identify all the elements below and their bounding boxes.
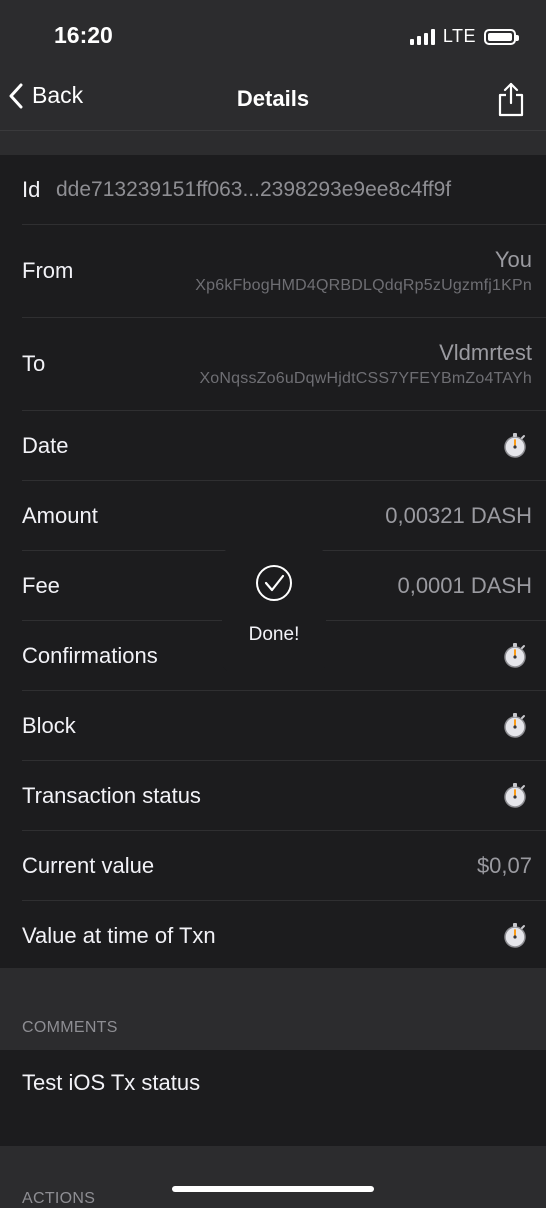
comment-text: Test iOS Tx status xyxy=(22,1070,201,1095)
to-name: Vldmrtest xyxy=(439,340,532,365)
home-indicator xyxy=(172,1186,374,1192)
fee-label: Fee xyxy=(22,573,60,598)
id-value[interactable]: dde713239151ff063...2398293e9ee8c4ff9f xyxy=(56,178,451,202)
section-spacer xyxy=(0,968,546,1050)
to-label: To xyxy=(22,351,46,376)
battery-icon xyxy=(484,28,519,45)
id-label: Id xyxy=(22,177,41,202)
checkmark-circle-icon xyxy=(256,565,292,601)
value-at-time-label: Value at time of Txn xyxy=(22,923,216,948)
detail-row-date[interactable]: Date xyxy=(0,411,546,481)
detail-row-from[interactable]: From You Xp6kFbogHMD4QRBDLQdqRp5zUgzmfj1… xyxy=(0,225,546,318)
from-address[interactable]: Xp6kFbogHMD4QRBDLQdqRp5zUgzmfj1KPn xyxy=(195,277,532,295)
status-time: 16:20 xyxy=(54,22,113,48)
detail-row-block[interactable]: Block xyxy=(0,691,546,761)
status-indicators: LTE xyxy=(409,26,519,47)
share-button[interactable] xyxy=(496,81,526,122)
detail-row-amount[interactable]: Amount 0,00321 DASH xyxy=(0,481,546,551)
status-bar: 16:20 LTE xyxy=(0,0,546,70)
to-address[interactable]: XoNqssZo6uDqwHjdtCSS7YFEYBmZo4TAYh xyxy=(199,370,532,388)
from-label: From xyxy=(22,258,74,283)
stopwatch-icon xyxy=(504,713,526,738)
stopwatch-icon xyxy=(504,783,526,808)
detail-row-to[interactable]: To Vldmrtest XoNqssZo6uDqwHjdtCSS7YFEYBm… xyxy=(0,318,546,411)
done-label: Done! xyxy=(248,624,300,645)
network-type: LTE xyxy=(442,26,476,46)
fee-value: 0,0001 DASH xyxy=(397,573,532,598)
actions-section-header: ACTIONS xyxy=(22,1190,96,1207)
share-icon xyxy=(498,82,524,117)
section-spacer xyxy=(0,131,546,155)
stopwatch-icon xyxy=(504,643,526,668)
comments-section-header: COMMENTS xyxy=(22,1019,118,1036)
amount-label: Amount xyxy=(22,503,98,528)
comment-field[interactable]: Test iOS Tx status xyxy=(0,1050,546,1146)
stopwatch-icon xyxy=(504,433,526,458)
date-label: Date xyxy=(22,433,69,458)
block-label: Block xyxy=(22,713,76,738)
detail-row-value-at-time[interactable]: Value at time of Txn xyxy=(0,901,546,971)
transaction-status-label: Transaction status xyxy=(22,783,201,808)
amount-value: 0,00321 DASH xyxy=(385,503,532,528)
stopwatch-icon xyxy=(504,923,526,948)
navigation-bar: Back Details xyxy=(0,70,546,131)
current-value-label: Current value xyxy=(22,853,155,878)
current-value: $0,07 xyxy=(476,853,532,878)
detail-row-transaction-status[interactable]: Transaction status xyxy=(0,761,546,831)
done-hud: Done! xyxy=(222,548,326,672)
detail-row-id[interactable]: Id dde713239151ff063...2398293e9ee8c4ff9… xyxy=(0,155,546,225)
confirmations-label: Confirmations xyxy=(22,643,158,668)
page-title: Details xyxy=(236,86,310,111)
from-name: You xyxy=(494,247,532,272)
signal-icon xyxy=(409,28,435,45)
detail-row-current-value[interactable]: Current value $0,07 xyxy=(0,831,546,901)
